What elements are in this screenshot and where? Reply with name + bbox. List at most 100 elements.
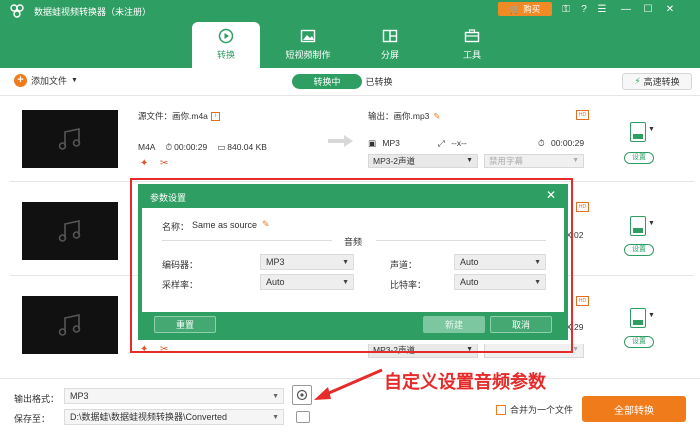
annotation-text: 自定义设置音频参数 — [384, 372, 546, 393]
help-icon[interactable]: ? — [578, 3, 590, 15]
subtitle-select[interactable]: 禁用字幕 ▼ — [484, 154, 584, 168]
source-file-label: 源文件：画你.m4a — [138, 111, 208, 121]
output-duration-value: 00:00:29 — [551, 138, 585, 148]
name-label: 名称： — [162, 222, 190, 232]
output-format-label: 输出格式： — [14, 394, 60, 404]
chevron-down-icon: ▼ — [272, 393, 279, 400]
encoder-select[interactable]: MP3 ▼ — [260, 254, 354, 270]
chevron-down-icon[interactable]: ▼ — [648, 312, 655, 319]
dialog-footer: 重置 新建 取消 — [142, 312, 564, 336]
bitrate-select[interactable]: Auto ▼ — [454, 274, 546, 290]
checkbox[interactable] — [496, 404, 506, 415]
channel-select[interactable]: Auto ▼ — [454, 254, 546, 270]
buy-label: 购买 — [523, 4, 541, 14]
row-settings-button[interactable]: 设置 — [624, 244, 654, 256]
folder-icon[interactable] — [296, 411, 310, 423]
save-path-value: D:\数据蛙\数据蛙视频转换器\Converted — [70, 412, 228, 422]
chevron-down-icon: ▼ — [272, 414, 279, 421]
hd-icon[interactable]: HD — [576, 202, 589, 212]
output-format: MP3 — [382, 138, 400, 148]
plus-icon: + — [14, 74, 27, 87]
channel-label: 声道： — [390, 260, 418, 270]
cancel-button[interactable]: 取消 — [490, 316, 552, 333]
add-file-button[interactable]: + 添加文件 ▼ — [14, 74, 78, 87]
hd-icon[interactable]: HD — [576, 110, 589, 120]
hd-icon[interactable]: HD — [576, 296, 589, 306]
tab-converted[interactable]: 已转换 — [364, 74, 394, 89]
tab-split-screen[interactable]: 分屏 — [356, 22, 424, 68]
output-meta: ▣ MP3 — [368, 138, 400, 149]
row-settings-button[interactable]: 设置 — [624, 336, 654, 348]
channel-value: Auto — [460, 257, 479, 267]
format-icon[interactable] — [630, 308, 646, 328]
source-file: 源文件：画你.m4a i — [138, 110, 220, 122]
close-icon[interactable]: ✕ — [546, 188, 556, 202]
close-icon[interactable]: ✕ — [664, 3, 676, 15]
save-to-label: 保存至： — [14, 414, 51, 424]
convert-icon — [218, 28, 234, 44]
app-header: 数据蛙视频转换器（未注册） 🛒 购买 ⚿ ? ☰ — ☐ ✕ 转换 短视频制作 … — [0, 0, 700, 68]
output-resolution: ⤢ --x-- — [438, 138, 467, 149]
media-thumbnail — [22, 110, 118, 168]
fast-convert-button[interactable]: ⚡ 高速转换 — [622, 73, 692, 90]
section-audio-label: 音频 — [344, 237, 363, 247]
chevron-down-icon[interactable]: ▼ — [648, 220, 655, 227]
audio-track-select[interactable]: MP3-2声道 ▼ — [368, 154, 478, 168]
key-icon[interactable]: ⚿ — [560, 3, 572, 15]
convert-all-button[interactable]: 全部转换 — [582, 396, 686, 422]
magic-wand-icon[interactable]: ✦ — [140, 158, 148, 169]
tab-converting[interactable]: 转换中 — [292, 74, 362, 89]
info-icon[interactable]: i — [210, 112, 220, 122]
tab-short-video[interactable]: 短视频制作 — [274, 22, 342, 68]
image-icon — [300, 29, 316, 43]
edit-icon[interactable]: ✎ — [262, 219, 270, 230]
source-meta: M4A ⏱ 00:00:29 ▭ 840.04 KB — [138, 142, 267, 153]
row-settings-button[interactable]: 设置 — [624, 152, 654, 164]
source-size: 840.04 KB — [227, 142, 267, 152]
samplerate-select[interactable]: Auto ▼ — [260, 274, 354, 290]
dialog-title: 参数设置 — [150, 193, 187, 203]
media-thumbnail — [22, 296, 118, 354]
audio-track-value: MP3-2声道 — [373, 156, 416, 166]
audio-settings-button[interactable] — [292, 385, 312, 405]
maximize-icon[interactable]: ☐ — [642, 3, 654, 15]
chevron-down-icon[interactable]: ▼ — [648, 126, 655, 133]
merge-label: 合并为一个文件 — [510, 405, 574, 415]
new-button[interactable]: 新建 — [423, 316, 485, 333]
resize-icon: ⤢ — [438, 138, 445, 148]
file-icon: ▭ — [217, 142, 226, 152]
format-icon[interactable] — [630, 216, 646, 236]
output-format-select[interactable]: MP3 ▼ — [64, 388, 284, 404]
subtitle-value: 禁用字幕 — [489, 156, 524, 166]
divider — [162, 240, 332, 241]
save-path-select[interactable]: D:\数据蛙\数据蛙视频转换器\Converted ▼ — [64, 409, 284, 425]
divider — [376, 240, 546, 241]
toolbar: + 添加文件 ▼ 转换中 已转换 ⚡ 高速转换 — [0, 68, 700, 96]
list-item: 源文件：画你.m4a i M4A ⏱ 00:00:29 ▭ 840.04 KB ✦… — [10, 96, 694, 182]
fast-convert-label: 高速转换 — [643, 77, 680, 87]
output-res-value: --x-- — [451, 138, 467, 148]
tab-convert[interactable]: 转换 — [192, 22, 260, 68]
tab-tools[interactable]: 工具 — [438, 22, 506, 68]
format-icon[interactable] — [630, 122, 646, 142]
chevron-down-icon: ▼ — [342, 259, 349, 266]
add-file-label: 添加文件 — [31, 76, 68, 86]
scissors-icon[interactable]: ✂ — [160, 158, 168, 169]
bitrate-value: Auto — [460, 277, 479, 287]
merge-checkbox[interactable]: 合并为一个文件 — [496, 403, 573, 416]
bitrate-label: 比特率： — [390, 280, 427, 290]
clock-icon: ⏱ — [165, 142, 173, 152]
name-value: Same as source — [192, 220, 258, 230]
buy-button[interactable]: 🛒 购买 — [498, 2, 552, 16]
encoder-label: 编码器： — [162, 260, 199, 270]
audio-settings-icon — [296, 389, 308, 401]
chevron-down-icon: ▼ — [534, 259, 541, 266]
tab-convert-label: 转换 — [216, 50, 235, 60]
output-file-label: 输出：画你.mp3 — [368, 111, 430, 121]
output-duration: ⏱ 00:00:29 — [538, 138, 584, 149]
reset-button[interactable]: 重置 — [154, 316, 216, 333]
annotation-arrow-icon — [314, 368, 383, 400]
menu-icon[interactable]: ☰ — [596, 3, 608, 15]
minimize-icon[interactable]: — — [620, 3, 632, 15]
edit-icon[interactable]: ✎ — [433, 111, 440, 121]
